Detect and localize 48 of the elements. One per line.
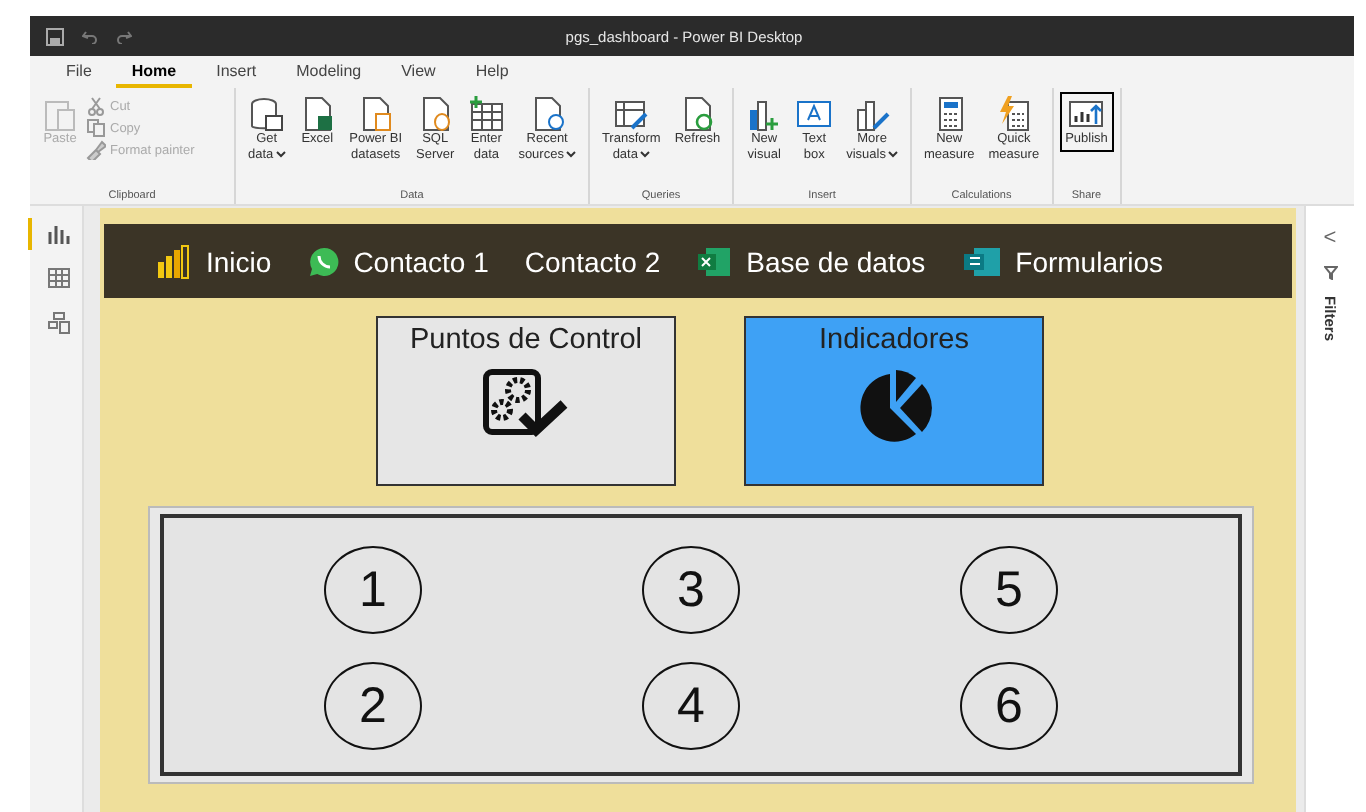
ribbon-tab[interactable]: View — [385, 62, 452, 88]
table-icon — [47, 268, 69, 288]
number-button[interactable]: 2 — [324, 662, 422, 750]
collapse-button[interactable]: < — [1323, 226, 1337, 250]
scissors-icon — [86, 96, 106, 116]
clipboard-icon — [42, 96, 78, 132]
caret-icon — [275, 149, 286, 157]
undo-icon — [82, 29, 98, 43]
nav-link[interactable]: Contacto 1 — [307, 245, 489, 277]
chat-bubble-icon — [307, 245, 340, 277]
nav-link[interactable]: Base de datos — [696, 245, 926, 277]
number-button[interactable]: 5 — [960, 546, 1058, 634]
save-icon — [46, 27, 64, 45]
page-button[interactable]: Indicadores — [744, 316, 1044, 486]
spreadsheet-icon — [299, 96, 336, 132]
lightning-calculator-icon — [995, 96, 1032, 132]
table-pencil-icon — [613, 96, 650, 132]
ribbon-tab[interactable]: Help — [459, 62, 525, 88]
spreadsheet-icon — [696, 245, 733, 277]
number-button[interactable]: 3 — [642, 546, 740, 634]
diagram-icon — [47, 311, 69, 333]
funnel-icon — [1323, 266, 1337, 280]
table-icon — [468, 96, 505, 132]
page-button[interactable]: Puntos de Control — [376, 316, 676, 486]
brush-icon — [86, 140, 106, 160]
ribbon-tab[interactable]: Insert — [200, 62, 273, 88]
nav-link[interactable]: Inicio — [156, 243, 272, 279]
number-button[interactable]: 6 — [960, 662, 1058, 750]
form-icon — [961, 245, 1002, 277]
chart-pencil-icon — [854, 96, 891, 132]
text-box-icon — [796, 96, 833, 132]
number-button[interactable]: 4 — [642, 662, 740, 750]
ribbon-tab[interactable]: File — [50, 62, 108, 88]
number-button[interactable]: 1 — [324, 546, 422, 634]
nav-link[interactable]: Formularios — [961, 245, 1164, 277]
bar-chart-icon — [156, 243, 192, 279]
bar-chart-icon — [47, 224, 69, 244]
caret-icon — [887, 149, 898, 157]
ribbon-tab[interactable]: Modeling — [280, 62, 378, 88]
publish-icon — [1068, 96, 1105, 132]
redo-icon — [116, 29, 132, 43]
nav-link[interactable]: Contacto 2 — [524, 245, 661, 277]
database-icon — [248, 96, 285, 132]
bar-chart-icon — [746, 96, 783, 132]
caret-icon — [565, 149, 576, 157]
caret-icon — [639, 149, 650, 157]
gear-checklist-icon — [482, 368, 570, 440]
copy-icon — [86, 118, 106, 138]
